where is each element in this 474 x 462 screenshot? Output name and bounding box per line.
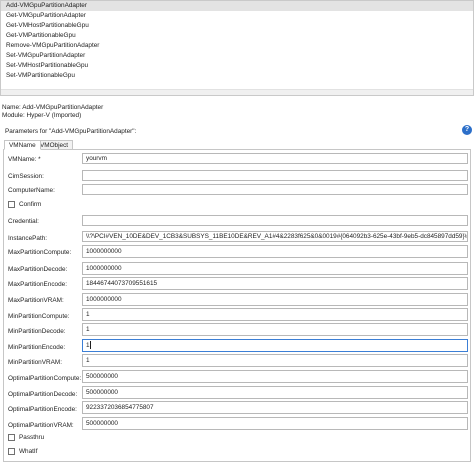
minpartitionencode-field[interactable]: 1	[82, 339, 468, 352]
confirm-checkbox[interactable]	[8, 201, 15, 208]
minpartitiondecode-label: MinPartitionDecode:	[8, 328, 66, 335]
maxpartitioncompute-field[interactable]: 1000000000	[82, 245, 468, 258]
cmdlet-item-get-vmhostpartitionablegpu[interactable]: Get-VMHostPartitionableGpu	[1, 21, 473, 31]
cmdlet-item-add-vmgpupartitionadapter[interactable]: Add-VMGpuPartitionAdapter	[1, 1, 473, 11]
maxpartitionvram-label: MaxPartitionVRAM:	[8, 297, 64, 304]
cmdlet-item-set-vmpartitionablegpu[interactable]: Set-VMPartitionableGpu	[1, 71, 473, 81]
text-caret	[89, 341, 91, 349]
whatif-checkbox[interactable]	[8, 448, 15, 455]
maxpartitiondecode-label: MaxPartitionDecode:	[8, 266, 68, 273]
cmdlet-item-get-vmgpupartitionadapter[interactable]: Get-VMGpuPartitionAdapter	[1, 11, 473, 21]
cmdlet-item-set-vmhostpartitionablegpu[interactable]: Set-VMHostPartitionableGpu	[1, 61, 473, 71]
optimalpartitioncompute-label: OptimalPartitionCompute:	[8, 375, 82, 382]
optimalpartitionvram-label: OptimalPartitionVRAM:	[8, 422, 74, 429]
help-icon[interactable]: ?	[462, 125, 472, 135]
optimalpartitiondecode-label: OptimalPartitionDecode:	[8, 391, 78, 398]
cmdlet-item-get-vmpartitionablegpu[interactable]: Get-VMPartitionableGpu	[1, 31, 473, 41]
cimsession-label: CimSession:	[8, 173, 44, 180]
maxpartitionencode-label: MaxPartitionEncode:	[8, 281, 67, 288]
optimalpartitiondecode-field[interactable]: 500000000	[82, 386, 468, 399]
instancepath-field[interactable]: \\?\PCI#VEN_10DE&DEV_1CB3&SUBSYS_11BE10D…	[82, 231, 468, 242]
minpartitioncompute-field[interactable]: 1	[82, 308, 468, 321]
minpartitioncompute-label: MinPartitionCompute:	[8, 313, 70, 320]
passthru-checkbox[interactable]	[8, 434, 15, 441]
maxpartitionvram-field[interactable]: 1000000000	[82, 293, 468, 306]
cmdlet-list[interactable]: Add-VMGpuPartitionAdapter Get-VMGpuParti…	[0, 0, 474, 96]
minpartitionvram-label: MinPartitionVRAM:	[8, 359, 62, 366]
cmdlet-item-set-vmgpupartitionadapter[interactable]: Set-VMGpuPartitionAdapter	[1, 51, 473, 61]
confirm-label: Confirm	[19, 201, 42, 208]
computername-label: ComputerName:	[8, 187, 55, 194]
minpartitionencode-label: MinPartitionEncode:	[8, 344, 66, 351]
vmname-field[interactable]: yourvm	[82, 153, 468, 164]
optimalpartitionencode-label: OptimalPartitionEncode:	[8, 406, 77, 413]
horizontal-scrollbar[interactable]	[1, 89, 473, 95]
passthru-label: Passthru	[19, 434, 45, 441]
credential-field[interactable]	[82, 215, 468, 226]
cmdlet-item-remove-vmgpupartitionadapter[interactable]: Remove-VMGpuPartitionAdapter	[1, 41, 473, 51]
cmdlet-name-info: Name: Add-VMGpuPartitionAdapter	[2, 104, 104, 111]
minpartitionvram-field[interactable]: 1	[82, 354, 468, 367]
whatif-label: WhatIf	[19, 448, 38, 455]
credential-label: Credential:	[8, 218, 39, 225]
cmdlet-module-info: Module: Hyper-V (Imported)	[2, 112, 82, 119]
maxpartitiondecode-field[interactable]: 1000000000	[82, 262, 468, 275]
optimalpartitioncompute-field[interactable]: 500000000	[82, 370, 468, 383]
computername-field[interactable]	[82, 184, 468, 195]
maxpartitionencode-field[interactable]: 18446744073709551615	[82, 277, 468, 290]
parameters-title: Parameters for "Add-VMGpuPartitionAdapte…	[5, 128, 137, 135]
optimalpartitionvram-field[interactable]: 500000000	[82, 417, 468, 430]
cimsession-field[interactable]	[82, 170, 468, 181]
vmname-label: VMName: *	[8, 156, 41, 163]
tab-vmname[interactable]: VMName	[4, 140, 41, 150]
optimalpartitionencode-field[interactable]: 9223372036854775807	[82, 401, 468, 414]
minpartitiondecode-field[interactable]: 1	[82, 323, 468, 336]
maxpartitioncompute-label: MaxPartitionCompute:	[8, 249, 72, 256]
instancepath-label: InstancePath:	[8, 235, 48, 242]
